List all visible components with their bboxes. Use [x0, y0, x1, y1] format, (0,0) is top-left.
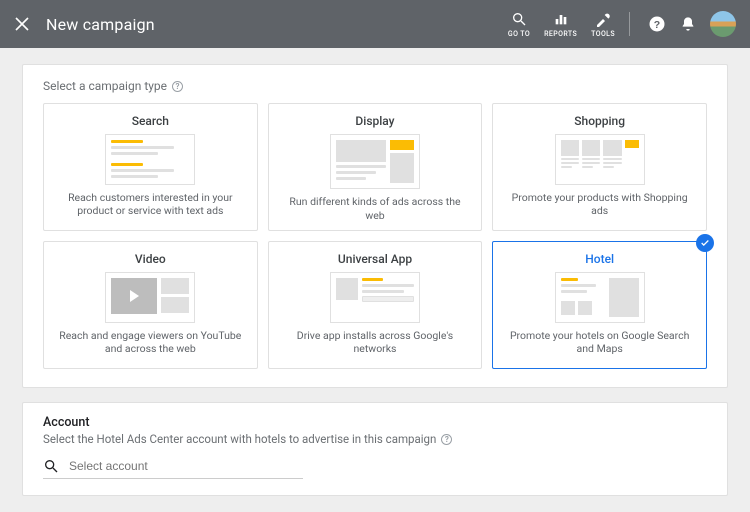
card-search[interactable]: Search Reach customers interested in you… [43, 103, 258, 231]
wrench-icon [595, 10, 611, 28]
card-display-desc: Run different kinds of ads across the we… [277, 195, 474, 222]
page-title: New campaign [46, 15, 155, 34]
thumb-shopping [555, 134, 645, 185]
tool-tools-label: TOOLS [591, 30, 615, 38]
card-search-title: Search [132, 114, 169, 128]
svg-text:?: ? [654, 19, 660, 31]
card-universal-app-title: Universal App [338, 252, 412, 266]
card-video[interactable]: Video Reach and engage viewers on YouTub… [43, 241, 258, 369]
tool-reports-label: REPORTS [544, 30, 577, 38]
card-display[interactable]: Display Run different kinds of ads acros… [268, 103, 483, 231]
reports-icon [553, 10, 569, 28]
close-icon[interactable] [14, 16, 30, 32]
tool-reports[interactable]: REPORTS [544, 10, 577, 38]
search-icon [43, 458, 59, 474]
campaign-type-panel: Select a campaign type ? Search [22, 64, 728, 388]
card-hotel[interactable]: Hotel Promote your hotels on Goog [492, 241, 707, 369]
card-shopping[interactable]: Shopping Promote yo [492, 103, 707, 231]
card-shopping-desc: Promote your products with Shopping ads [501, 191, 698, 218]
selected-check-icon [696, 234, 714, 252]
campaign-type-grid: Search Reach customers interested in you… [43, 103, 707, 369]
tool-tools[interactable]: TOOLS [591, 10, 615, 38]
card-hotel-desc: Promote your hotels on Google Search and… [501, 329, 698, 356]
account-title: Account [43, 415, 707, 430]
card-universal-app[interactable]: Universal App Drive app installs across … [268, 241, 483, 369]
account-subtitle-text: Select the Hotel Ads Center account with… [43, 432, 436, 446]
card-shopping-title: Shopping [574, 114, 625, 128]
thumb-display [330, 134, 420, 189]
account-select-input[interactable] [69, 459, 303, 473]
app-header: New campaign GO TO REPORTS TOOLS ? [0, 0, 750, 48]
account-panel: Account Select the Hotel Ads Center acco… [22, 402, 728, 496]
avatar[interactable] [710, 11, 736, 37]
thumb-video [105, 272, 195, 323]
help-icon[interactable]: ? [648, 15, 666, 33]
search-icon [511, 10, 527, 28]
card-universal-app-desc: Drive app installs across Google's netwo… [277, 329, 474, 356]
thumb-hotel [555, 272, 645, 323]
campaign-type-label-text: Select a campaign type [43, 79, 167, 93]
tool-goto-label: GO TO [508, 30, 530, 38]
account-subtitle: Select the Hotel Ads Center account with… [43, 432, 707, 446]
play-icon [111, 278, 157, 314]
help-tooltip-icon[interactable]: ? [172, 81, 183, 92]
card-hotel-title: Hotel [585, 252, 614, 266]
help-tooltip-icon[interactable]: ? [441, 434, 452, 445]
card-display-title: Display [355, 114, 394, 128]
card-video-desc: Reach and engage viewers on YouTube and … [52, 329, 249, 356]
divider [629, 12, 630, 36]
card-search-desc: Reach customers interested in your produ… [52, 191, 249, 218]
thumb-search [105, 134, 195, 185]
campaign-type-label: Select a campaign type ? [43, 79, 707, 93]
notifications-icon[interactable] [680, 15, 696, 33]
account-select[interactable] [43, 458, 303, 479]
card-video-title: Video [135, 252, 166, 266]
tool-goto[interactable]: GO TO [508, 10, 530, 38]
thumb-universal [330, 272, 420, 323]
